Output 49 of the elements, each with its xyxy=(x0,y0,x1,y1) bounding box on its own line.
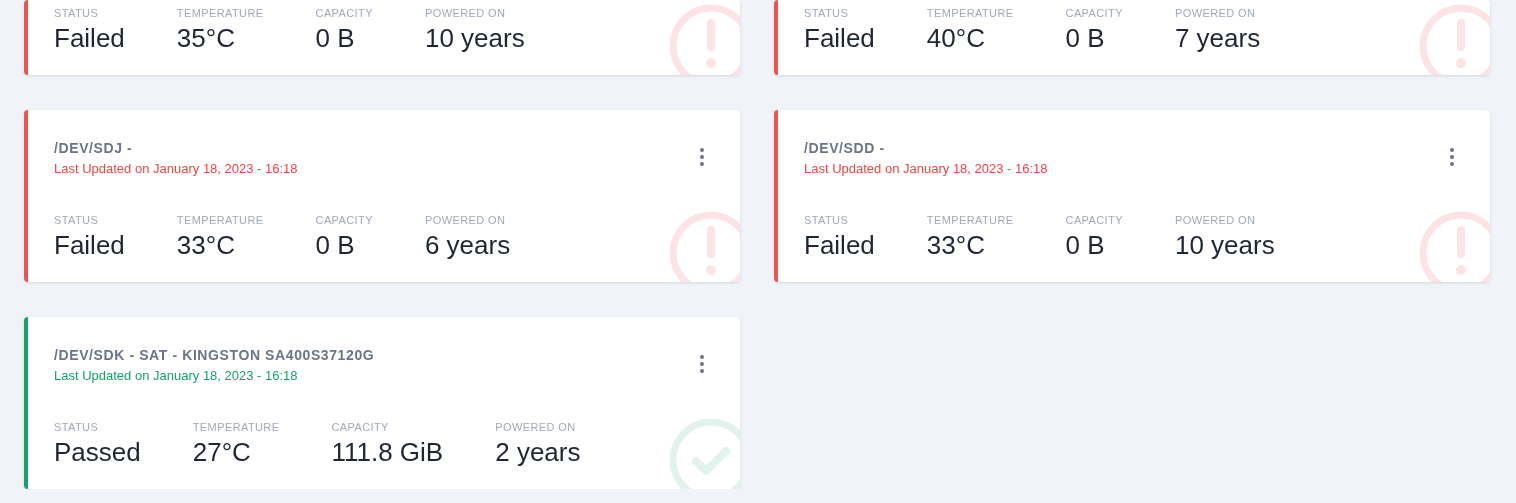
last-updated: Last Updated on January 18, 2023 - 16:18 xyxy=(54,368,299,383)
stat-value: 6 years xyxy=(424,230,511,261)
stat-label: POWERED ON xyxy=(1174,214,1257,226)
disk-title: /DEV/SDK - SAT - KINGSTON SA400S37120G xyxy=(54,347,375,363)
stat-label: TEMPERATURE xyxy=(192,421,280,433)
stat-value: 0 B xyxy=(1065,23,1106,54)
stat-value: Failed xyxy=(54,230,125,261)
stat-label: STATUS xyxy=(804,214,850,226)
stat-value: 33°C xyxy=(926,230,986,261)
stat-value: 0 B xyxy=(1065,230,1106,261)
stat-label: CAPACITY xyxy=(1065,7,1123,19)
stat-value: 0 B xyxy=(315,230,356,261)
stat-value: 35°C xyxy=(176,23,236,54)
stat-value: 40°C xyxy=(926,23,986,54)
stat-label: TEMPERATURE xyxy=(926,7,1014,19)
stat-label: CAPACITY xyxy=(315,214,373,226)
stat-label: POWERED ON xyxy=(424,214,507,226)
stat-label: POWERED ON xyxy=(495,421,577,433)
stat-value: Passed xyxy=(54,437,141,468)
stat-label: TEMPERATURE xyxy=(176,7,264,19)
stat-label: STATUS xyxy=(804,7,850,19)
stat-value: 33°C xyxy=(176,230,236,261)
stat-value: 0 B xyxy=(315,23,356,54)
stat-value: 27°C xyxy=(192,437,252,468)
stat-label: STATUS xyxy=(54,214,100,226)
stat-label: STATUS xyxy=(54,421,100,433)
stat-value: 7 years xyxy=(1174,23,1261,54)
stat-value: Failed xyxy=(804,23,875,54)
kebab-menu-icon xyxy=(700,148,704,166)
last-updated: Last Updated on January 18, 2023 - 16:18 xyxy=(54,161,298,176)
stat-label: CAPACITY xyxy=(315,7,373,19)
kebab-menu-icon xyxy=(1450,148,1454,166)
stat-value: 111.8 GiB xyxy=(331,437,444,468)
stat-label: POWERED ON xyxy=(1174,7,1257,19)
stat-value: 10 years xyxy=(1174,230,1275,261)
stat-label: STATUS xyxy=(54,7,100,19)
stat-label: CAPACITY xyxy=(1065,214,1123,226)
stat-label: TEMPERATURE xyxy=(926,214,1014,226)
stat-label: POWERED ON xyxy=(424,7,507,19)
stat-label: TEMPERATURE xyxy=(176,214,264,226)
stat-label: CAPACITY xyxy=(331,421,390,433)
stat-value: Failed xyxy=(804,230,875,261)
disk-title: /DEV/SDJ - xyxy=(54,140,134,156)
disk-title: /DEV/SDD - xyxy=(804,140,886,156)
stat-value: 2 years xyxy=(495,437,581,468)
stat-value: Failed xyxy=(54,23,125,54)
kebab-menu-icon xyxy=(700,355,704,373)
last-updated: Last Updated on January 18, 2023 - 16:18 xyxy=(804,161,1048,176)
stat-value: 10 years xyxy=(424,23,525,54)
